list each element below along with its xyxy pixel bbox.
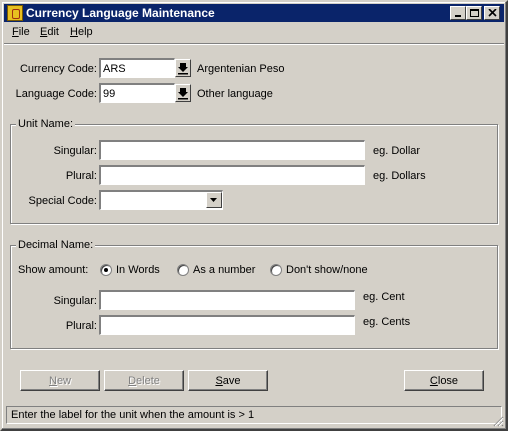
language-code-input[interactable] — [99, 83, 175, 103]
show-amount-label: Show amount: — [18, 264, 89, 276]
unit-singular-input[interactable] — [99, 140, 365, 160]
menu-file-label: File — [12, 26, 30, 38]
radio-as-a-number[interactable] — [177, 264, 189, 276]
language-code-label: Language Code: — [15, 88, 97, 100]
download-arrow-icon — [178, 88, 188, 100]
close-window-button[interactable] — [484, 6, 500, 20]
application-window: Currency Language Maintenance File Edit … — [0, 0, 508, 431]
save-button[interactable]: Save — [188, 370, 268, 391]
menu-help[interactable]: Help — [70, 26, 93, 38]
radio-in-words-label[interactable]: In Words — [116, 264, 160, 276]
new-button[interactable]: New — [20, 370, 100, 391]
currency-lookup-button[interactable] — [175, 59, 191, 77]
menu-file[interactable]: File — [12, 26, 30, 38]
chevron-down-icon — [210, 198, 217, 202]
menu-bar: File Edit Help — [4, 23, 504, 42]
decimal-plural-example: eg. Cents — [363, 316, 411, 328]
close-button[interactable]: Close — [404, 370, 484, 391]
decimal-plural-input[interactable] — [99, 315, 355, 335]
decimal-name-legend: Decimal Name: — [16, 239, 96, 251]
close-icon — [488, 9, 497, 17]
special-code-label: Special Code: — [28, 195, 98, 207]
radio-in-words[interactable] — [100, 264, 112, 276]
resize-grip-icon[interactable] — [492, 415, 504, 427]
radio-as-a-number-label[interactable]: As a number — [193, 264, 255, 276]
status-bar: Enter the label for the unit when the am… — [6, 406, 502, 424]
decimal-singular-example: eg. Cent — [363, 291, 405, 303]
unit-singular-label: Singular: — [53, 145, 97, 157]
menu-edit-label: Edit — [40, 26, 59, 38]
minimize-icon — [455, 15, 461, 17]
decimal-singular-input[interactable] — [99, 290, 355, 310]
unit-plural-input[interactable] — [99, 165, 365, 185]
status-text: Enter the label for the unit when the am… — [11, 409, 255, 421]
window-title: Currency Language Maintenance — [26, 6, 215, 20]
download-arrow-icon — [178, 63, 188, 75]
currency-code-input[interactable] — [99, 58, 175, 78]
delete-button[interactable]: Delete — [104, 370, 184, 391]
language-lookup-button[interactable] — [175, 84, 191, 102]
maximize-button[interactable] — [466, 6, 482, 20]
unit-singular-example: eg. Dollar — [373, 145, 421, 157]
maximize-icon — [470, 9, 479, 17]
special-code-select[interactable] — [99, 190, 223, 210]
unit-plural-label: Plural: — [65, 170, 97, 182]
menu-help-label: Help — [70, 26, 93, 38]
radio-dont-show[interactable] — [270, 264, 282, 276]
app-icon[interactable] — [7, 5, 23, 21]
currency-code-label: Currency Code: — [19, 63, 97, 75]
unit-name-legend: Unit Name: — [16, 118, 76, 130]
menu-separator — [4, 43, 504, 45]
radio-dont-show-label[interactable]: Don't show/none — [286, 264, 368, 276]
decimal-singular-label: Singular: — [53, 295, 97, 307]
menu-edit[interactable]: Edit — [40, 26, 59, 38]
decimal-plural-label: Plural: — [65, 320, 97, 332]
currency-description: Argentenian Peso — [197, 63, 285, 75]
special-code-dropdown-button[interactable] — [206, 192, 222, 208]
minimize-button[interactable] — [450, 6, 466, 20]
title-bar[interactable]: Currency Language Maintenance — [4, 4, 504, 22]
unit-plural-example: eg. Dollars — [373, 170, 426, 182]
language-description: Other language — [197, 88, 273, 100]
